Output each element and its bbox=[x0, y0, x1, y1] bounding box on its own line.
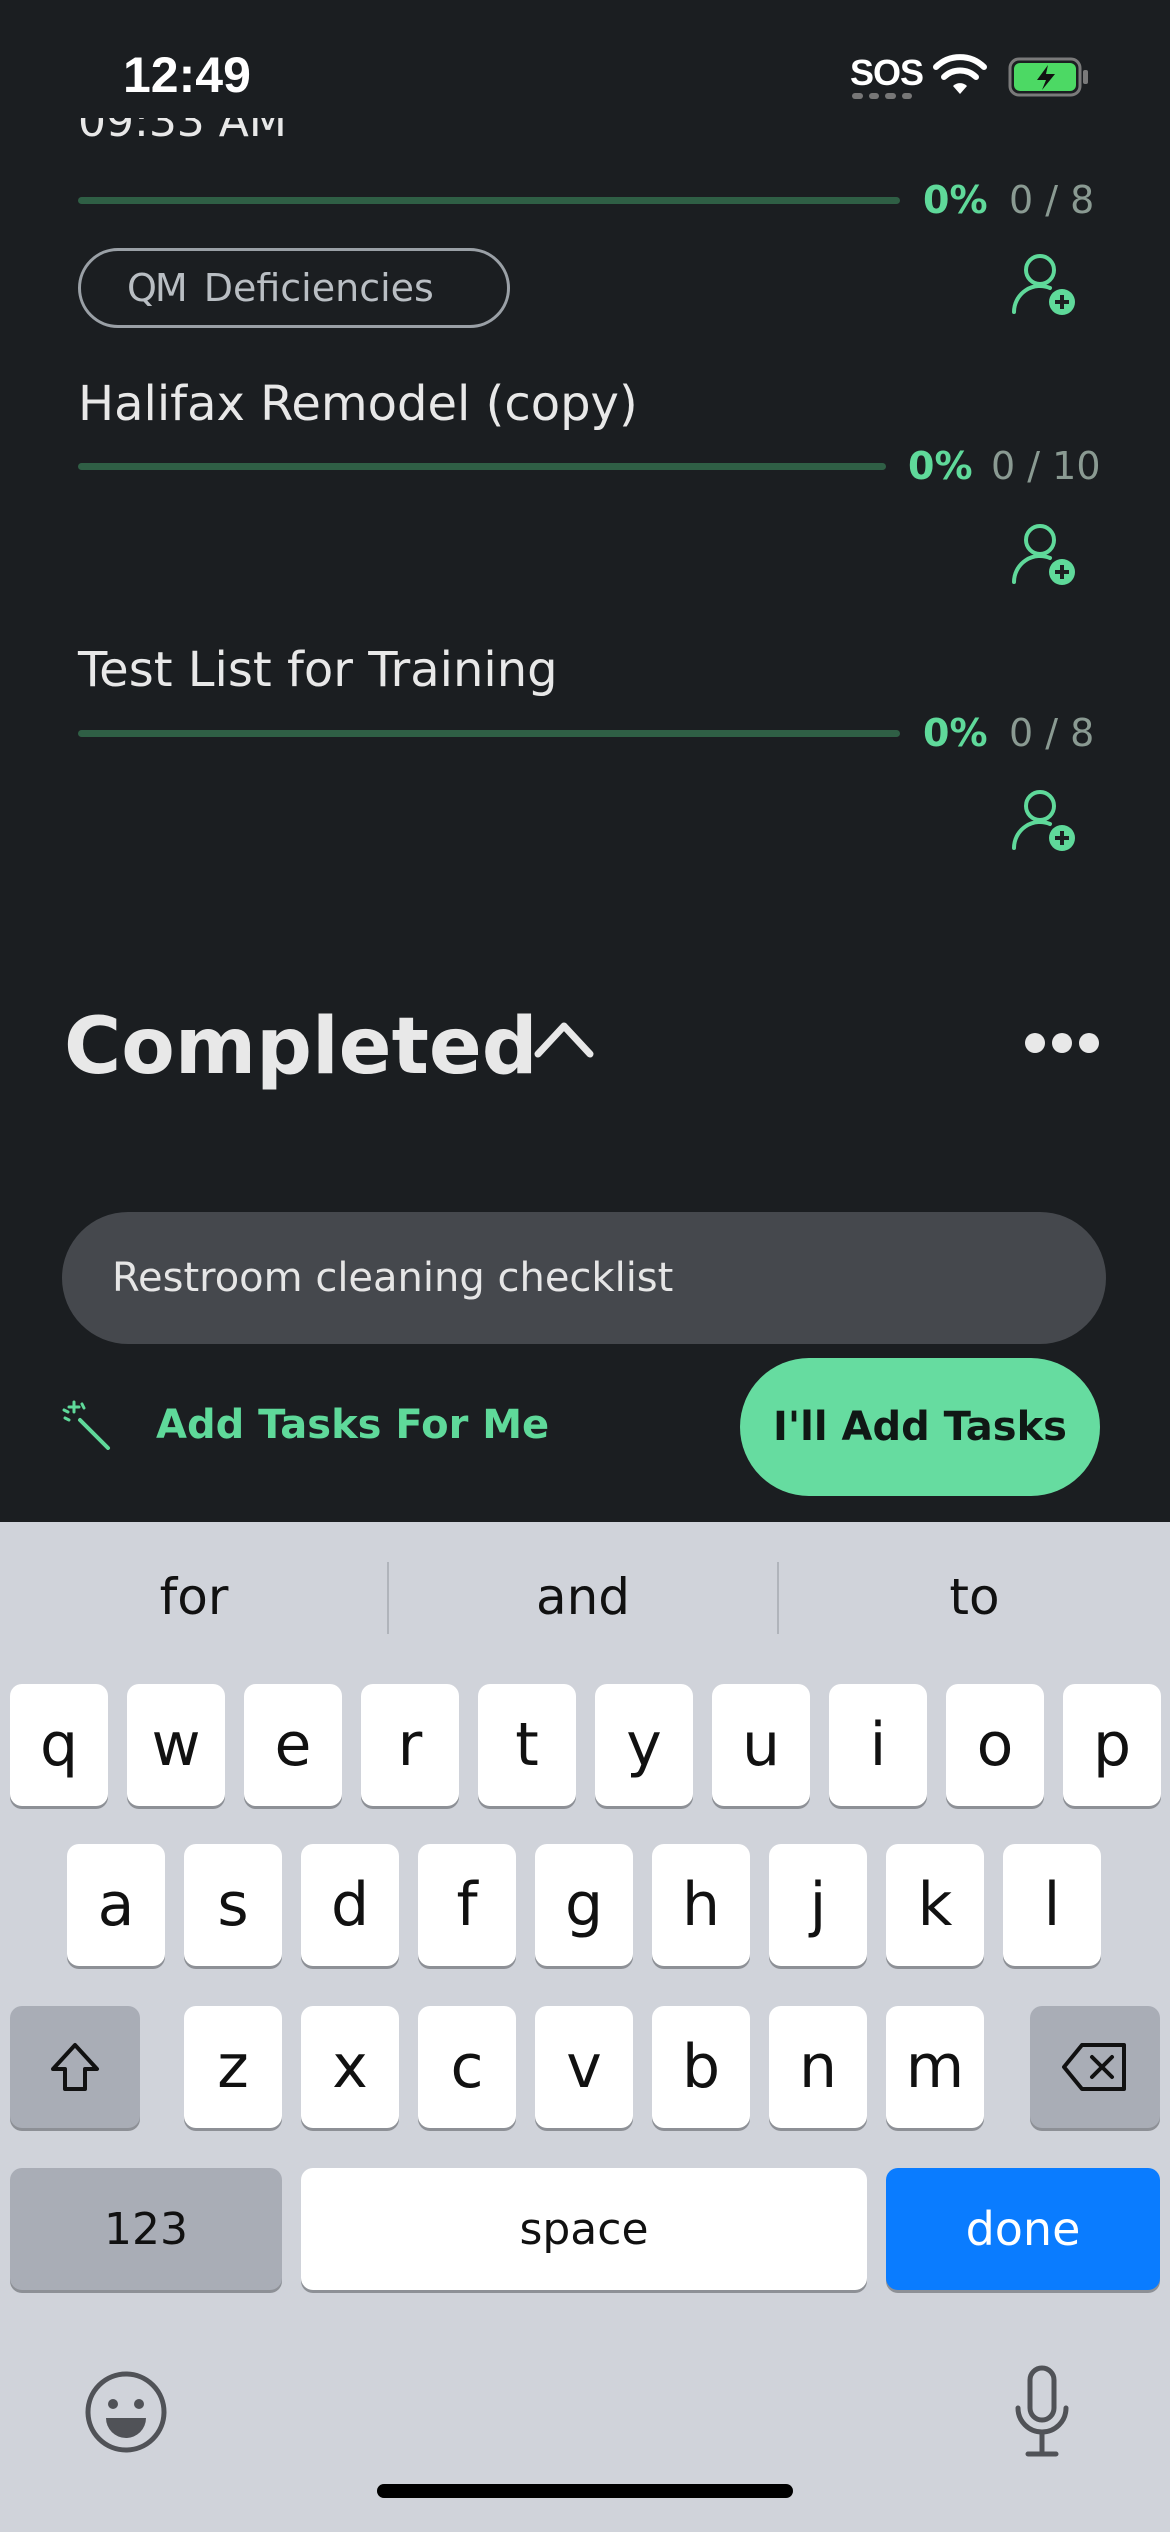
key-e[interactable]: e bbox=[244, 1684, 342, 1806]
key-t[interactable]: t bbox=[478, 1684, 576, 1806]
list-item-title[interactable]: Halifax Remodel (copy) bbox=[78, 376, 638, 432]
battery-charging-icon bbox=[1008, 57, 1088, 97]
key-b[interactable]: b bbox=[652, 2006, 750, 2128]
task-count: 0 / 8 bbox=[1009, 178, 1095, 222]
key-j[interactable]: j bbox=[769, 1844, 867, 1966]
completed-section-title[interactable]: Completed bbox=[64, 1002, 538, 1092]
key-k[interactable]: k bbox=[886, 1844, 984, 1966]
wifi-icon bbox=[933, 54, 987, 94]
ill-add-tasks-button[interactable]: I'll Add Tasks bbox=[740, 1358, 1100, 1496]
key-l[interactable]: l bbox=[1003, 1844, 1101, 1966]
key-u[interactable]: u bbox=[712, 1684, 810, 1806]
suggestion-and[interactable]: and bbox=[389, 1522, 777, 1672]
keyboard: for and to q w e r t y u i o p a s d f g… bbox=[0, 1522, 1170, 2532]
shift-key[interactable] bbox=[10, 2006, 140, 2128]
key-h[interactable]: h bbox=[652, 1844, 750, 1966]
checklist-prompt-input[interactable] bbox=[62, 1212, 1106, 1344]
key-o[interactable]: o bbox=[946, 1684, 1044, 1806]
assign-user-icon[interactable] bbox=[1010, 250, 1080, 320]
shift-icon bbox=[51, 2043, 99, 2091]
emoji-icon[interactable] bbox=[84, 2370, 168, 2454]
signal-dots-icon bbox=[852, 93, 912, 99]
assign-user-icon[interactable] bbox=[1010, 786, 1080, 856]
progress-percent: 0% bbox=[908, 444, 973, 488]
numbers-key[interactable]: 123 bbox=[10, 2168, 282, 2290]
suggestion-to[interactable]: to bbox=[779, 1522, 1170, 1672]
key-z[interactable]: z bbox=[184, 2006, 282, 2128]
key-a[interactable]: a bbox=[67, 1844, 165, 1966]
space-key[interactable]: space bbox=[301, 2168, 867, 2290]
key-w[interactable]: w bbox=[127, 1684, 225, 1806]
status-time: 12:49 bbox=[123, 47, 251, 103]
suggestion-for[interactable]: for bbox=[0, 1522, 388, 1672]
task-count: 0 / 10 bbox=[991, 444, 1101, 488]
progress-percent: 0% bbox=[923, 178, 988, 222]
key-r[interactable]: r bbox=[361, 1684, 459, 1806]
key-q[interactable]: q bbox=[10, 1684, 108, 1806]
task-count: 0 / 8 bbox=[1009, 711, 1095, 755]
progress-percent: 0% bbox=[923, 711, 988, 755]
qm-icon: QM bbox=[127, 266, 188, 310]
key-n[interactable]: n bbox=[769, 2006, 867, 2128]
key-g[interactable]: g bbox=[535, 1844, 633, 1966]
chevron-up-icon[interactable] bbox=[532, 1014, 596, 1062]
qm-deficiencies-chip[interactable]: QM Deficiencies bbox=[78, 248, 510, 328]
done-key[interactable]: done bbox=[886, 2168, 1160, 2290]
key-v[interactable]: v bbox=[535, 2006, 633, 2128]
key-x[interactable]: x bbox=[301, 2006, 399, 2128]
progress-bar bbox=[78, 730, 900, 737]
key-i[interactable]: i bbox=[829, 1684, 927, 1806]
key-m[interactable]: m bbox=[886, 2006, 984, 2128]
backspace-icon bbox=[1062, 2043, 1126, 2091]
chip-label: Deficiencies bbox=[203, 266, 434, 310]
key-y[interactable]: y bbox=[595, 1684, 693, 1806]
progress-bar bbox=[78, 463, 886, 470]
list-item-title[interactable]: Test List for Training bbox=[78, 642, 558, 698]
more-options-icon[interactable] bbox=[1022, 1030, 1102, 1056]
progress-bar bbox=[78, 197, 900, 204]
list-item-title[interactable]: 09:33 AM bbox=[78, 118, 287, 160]
key-p[interactable]: p bbox=[1063, 1684, 1161, 1806]
assign-user-icon[interactable] bbox=[1010, 520, 1080, 590]
add-tasks-for-me-button[interactable]: Add Tasks For Me bbox=[156, 1402, 549, 1448]
key-c[interactable]: c bbox=[418, 2006, 516, 2128]
key-d[interactable]: d bbox=[301, 1844, 399, 1966]
key-s[interactable]: s bbox=[184, 1844, 282, 1966]
key-f[interactable]: f bbox=[418, 1844, 516, 1966]
sos-indicator: SOS bbox=[850, 52, 924, 93]
microphone-icon[interactable] bbox=[1010, 2364, 1074, 2460]
magic-wand-icon[interactable] bbox=[62, 1400, 112, 1450]
home-indicator bbox=[377, 2484, 793, 2498]
backspace-key[interactable] bbox=[1030, 2006, 1160, 2128]
